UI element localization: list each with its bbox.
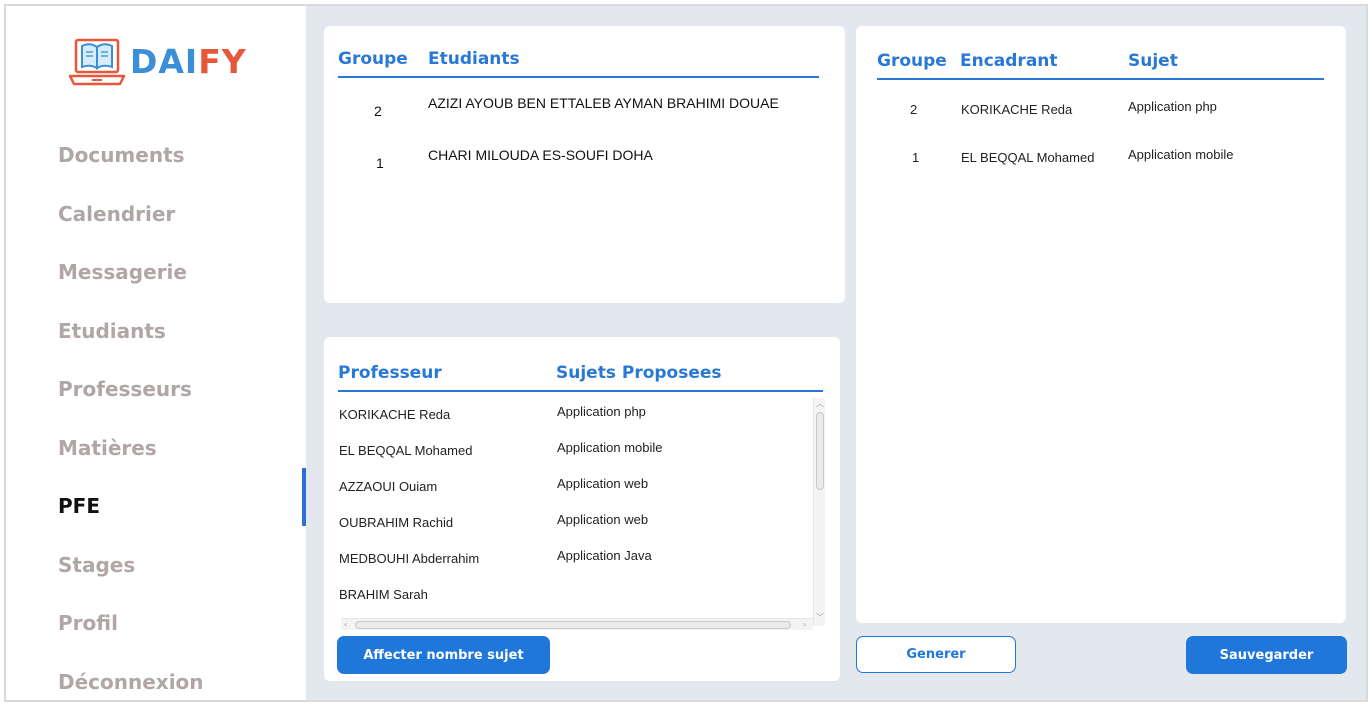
prof-row-1-name[interactable]: KORIKACHE Reda — [339, 407, 450, 422]
sidebar-item-calendrier[interactable]: Calendrier — [58, 185, 204, 244]
professors-vertical-scrollbar[interactable]: ︿ ﹀ — [813, 398, 825, 626]
active-indicator — [302, 468, 306, 526]
prof-row-2-name[interactable]: EL BEQQAL Mohamed — [339, 443, 472, 458]
horizontal-scroll-thumb[interactable] — [355, 621, 791, 629]
vertical-scroll-thumb[interactable] — [816, 412, 824, 490]
groups-row-1-etudiants: AZIZI AYOUB BEN ETTALEB AYMAN BRAHIMI DO… — [428, 95, 779, 111]
logo: DAIFY — [68, 34, 247, 88]
sauvegarder-button[interactable]: Sauvegarder — [1186, 636, 1347, 674]
groups-header-rule — [338, 76, 819, 78]
assign-header-sujet[interactable]: Sujet — [1128, 51, 1178, 71]
assignment-panel — [856, 26, 1346, 623]
professors-header-professeur[interactable]: Professeur — [338, 363, 442, 383]
groups-row-2-etudiants: CHARI MILOUDA ES-SOUFI DOHA — [428, 147, 653, 163]
laptop-book-icon — [68, 38, 126, 86]
prof-row-2-sujet[interactable]: Application mobile — [557, 440, 663, 455]
logo-text-part1: DAI — [130, 41, 199, 81]
professors-header-sujets[interactable]: Sujets Proposees — [556, 363, 722, 383]
sidebar-nav: Documents Calendrier Messagerie Etudiant… — [58, 126, 204, 701]
prof-row-1-sujet[interactable]: Application php — [557, 404, 646, 419]
prof-row-4-sujet[interactable]: Application web — [557, 512, 648, 527]
assign-row-1-groupe: 2 — [910, 102, 918, 117]
scroll-right-icon[interactable]: › — [803, 620, 806, 630]
assign-row-2-groupe: 1 — [912, 150, 920, 165]
sidebar-item-deconnexion[interactable]: Déconnexion — [58, 653, 204, 701]
prof-row-5-sujet[interactable]: Application Java — [557, 548, 652, 563]
logo-wordmark: DAIFY — [130, 42, 247, 81]
generer-button[interactable]: Generer — [856, 636, 1016, 673]
groups-row-2-groupe: 1 — [376, 155, 384, 171]
assign-row-2-encadrant: EL BEQQAL Mohamed — [961, 150, 1095, 165]
assign-header-groupe[interactable]: Groupe — [877, 51, 947, 71]
assign-row-1-encadrant: KORIKACHE Reda — [961, 102, 1073, 117]
professors-header-rule — [338, 390, 823, 392]
sidebar: DAIFY Documents Calendrier Messagerie Et… — [6, 6, 306, 700]
sidebar-item-profil[interactable]: Profil — [58, 594, 204, 653]
sidebar-item-pfe[interactable]: PFE — [58, 477, 204, 536]
prof-row-4-name[interactable]: OUBRAHIM Rachid — [339, 515, 453, 530]
sidebar-item-professeurs[interactable]: Professeurs — [58, 360, 204, 419]
prof-row-6-name[interactable]: BRAHIM Sarah — [339, 587, 428, 602]
prof-row-3-sujet[interactable]: Application web — [557, 476, 648, 491]
scroll-down-icon[interactable]: ﹀ — [816, 613, 824, 623]
sidebar-item-documents[interactable]: Documents — [58, 126, 204, 185]
scroll-up-icon[interactable]: ︿ — [816, 399, 824, 409]
groups-header-etudiants[interactable]: Etudiants — [428, 49, 520, 69]
sidebar-item-matieres[interactable]: Matières — [58, 419, 204, 478]
prof-row-5-name[interactable]: MEDBOUHI Abderrahim — [339, 551, 479, 566]
affecter-nombre-sujet-button[interactable]: Affecter nombre sujet — [337, 636, 550, 674]
assign-header-encadrant[interactable]: Encadrant — [960, 51, 1058, 71]
prof-row-3-name[interactable]: AZZAOUI Ouiam — [339, 479, 437, 494]
sidebar-item-stages[interactable]: Stages — [58, 536, 204, 595]
sidebar-item-etudiants[interactable]: Etudiants — [58, 302, 204, 361]
assign-row-2-sujet: Application mobile — [1128, 147, 1234, 162]
assign-row-1-sujet: Application php — [1128, 99, 1217, 114]
professors-horizontal-scrollbar[interactable]: ‹ › — [341, 618, 813, 630]
app-window: DAIFY Documents Calendrier Messagerie Et… — [4, 4, 1368, 702]
assign-header-rule — [877, 78, 1324, 80]
logo-text-part2: FY — [198, 41, 247, 81]
groups-header-groupe[interactable]: Groupe — [338, 49, 408, 69]
scroll-left-icon[interactable]: ‹ — [344, 620, 347, 630]
groups-row-1-groupe: 2 — [374, 103, 382, 119]
sidebar-item-messagerie[interactable]: Messagerie — [58, 243, 204, 302]
